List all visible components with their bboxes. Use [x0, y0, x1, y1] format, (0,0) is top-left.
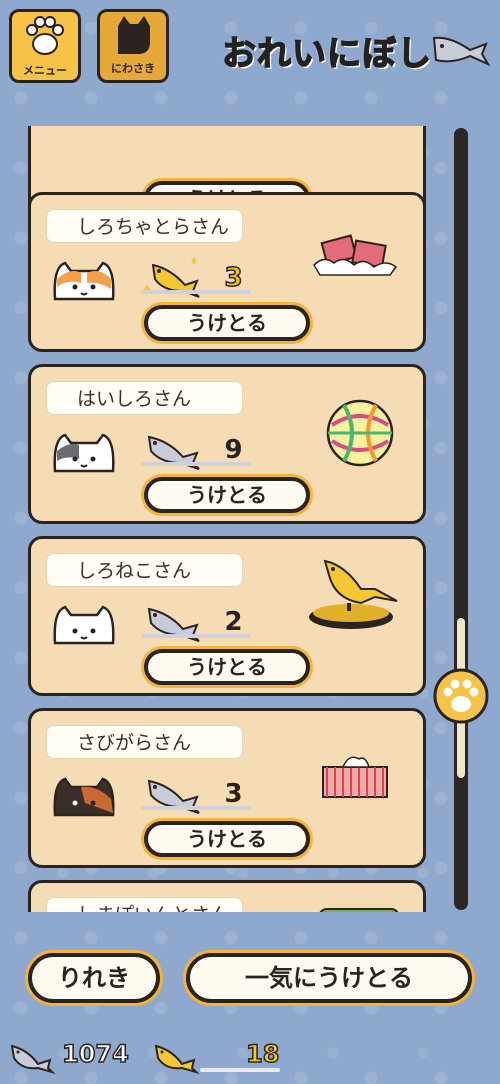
gift-card: はいしろさん 9 うけとる	[28, 364, 426, 524]
cat-face-icon	[53, 433, 115, 473]
gift-card: しろねこさん 2 うけとる	[28, 536, 426, 696]
top-bar: メニュー にわさき おれいにぼし	[0, 0, 500, 92]
gift-card: しまぽいんとさん	[28, 880, 426, 912]
yard-label: にわさき	[111, 62, 155, 75]
collect-all-button[interactable]: 一気にうけとる	[186, 953, 472, 1003]
status-bar: 1074 18	[0, 1036, 500, 1084]
cat-name: しろちゃとらさん	[46, 209, 243, 243]
silver-fish-icon	[10, 1044, 56, 1074]
cat-name: さびがらさん	[46, 725, 243, 759]
count-underline	[141, 806, 251, 810]
temari-ball-icon	[326, 399, 394, 467]
cat-name: しろねこさん	[46, 553, 243, 587]
green-item-icon	[319, 908, 399, 912]
silver-fish-total: 1074	[61, 1039, 129, 1069]
paw-scroll-thumb-icon[interactable]	[431, 664, 491, 724]
gold-fish-trophy-icon	[309, 559, 398, 629]
gold-total-underline	[200, 1068, 280, 1072]
gift-list[interactable]: うけとる しろちゃとらさん 3 うけとる はいしろさん	[0, 126, 440, 912]
receive-button[interactable]: うけとる	[144, 821, 310, 857]
gift-card: さびがらさん 3 うけとる	[28, 708, 426, 868]
cat-silhouette-icon	[118, 16, 150, 54]
receive-button[interactable]: うけとる	[144, 305, 310, 341]
cat-name: はいしろさん	[46, 381, 243, 415]
gold-fish-total: 18	[245, 1039, 280, 1069]
count-underline	[141, 290, 251, 294]
cat-face-icon	[53, 777, 115, 817]
scrollbar[interactable]	[454, 128, 468, 910]
count-underline	[141, 462, 251, 466]
page-title: おれいにぼし	[221, 33, 432, 75]
tissue-pieces-icon	[313, 234, 398, 276]
count-underline	[141, 634, 251, 638]
cat-face-icon	[53, 605, 115, 645]
tissue-box-icon	[322, 756, 388, 798]
receive-button[interactable]: うけとる	[144, 649, 310, 685]
menu-label: メニュー	[23, 64, 67, 77]
receive-button[interactable]: うけとる	[144, 477, 310, 513]
cat-name: しまぽいんとさん	[46, 897, 243, 912]
paw-icon	[26, 16, 64, 55]
cat-face-icon	[53, 261, 115, 301]
gold-fish-icon	[154, 1044, 200, 1074]
history-button[interactable]: りれき	[28, 953, 160, 1003]
yard-button[interactable]: にわさき	[97, 9, 169, 83]
dried-fish-icon	[432, 36, 491, 67]
gift-card: しろちゃとらさん 3 うけとる	[28, 192, 426, 352]
menu-button[interactable]: メニュー	[9, 9, 81, 83]
